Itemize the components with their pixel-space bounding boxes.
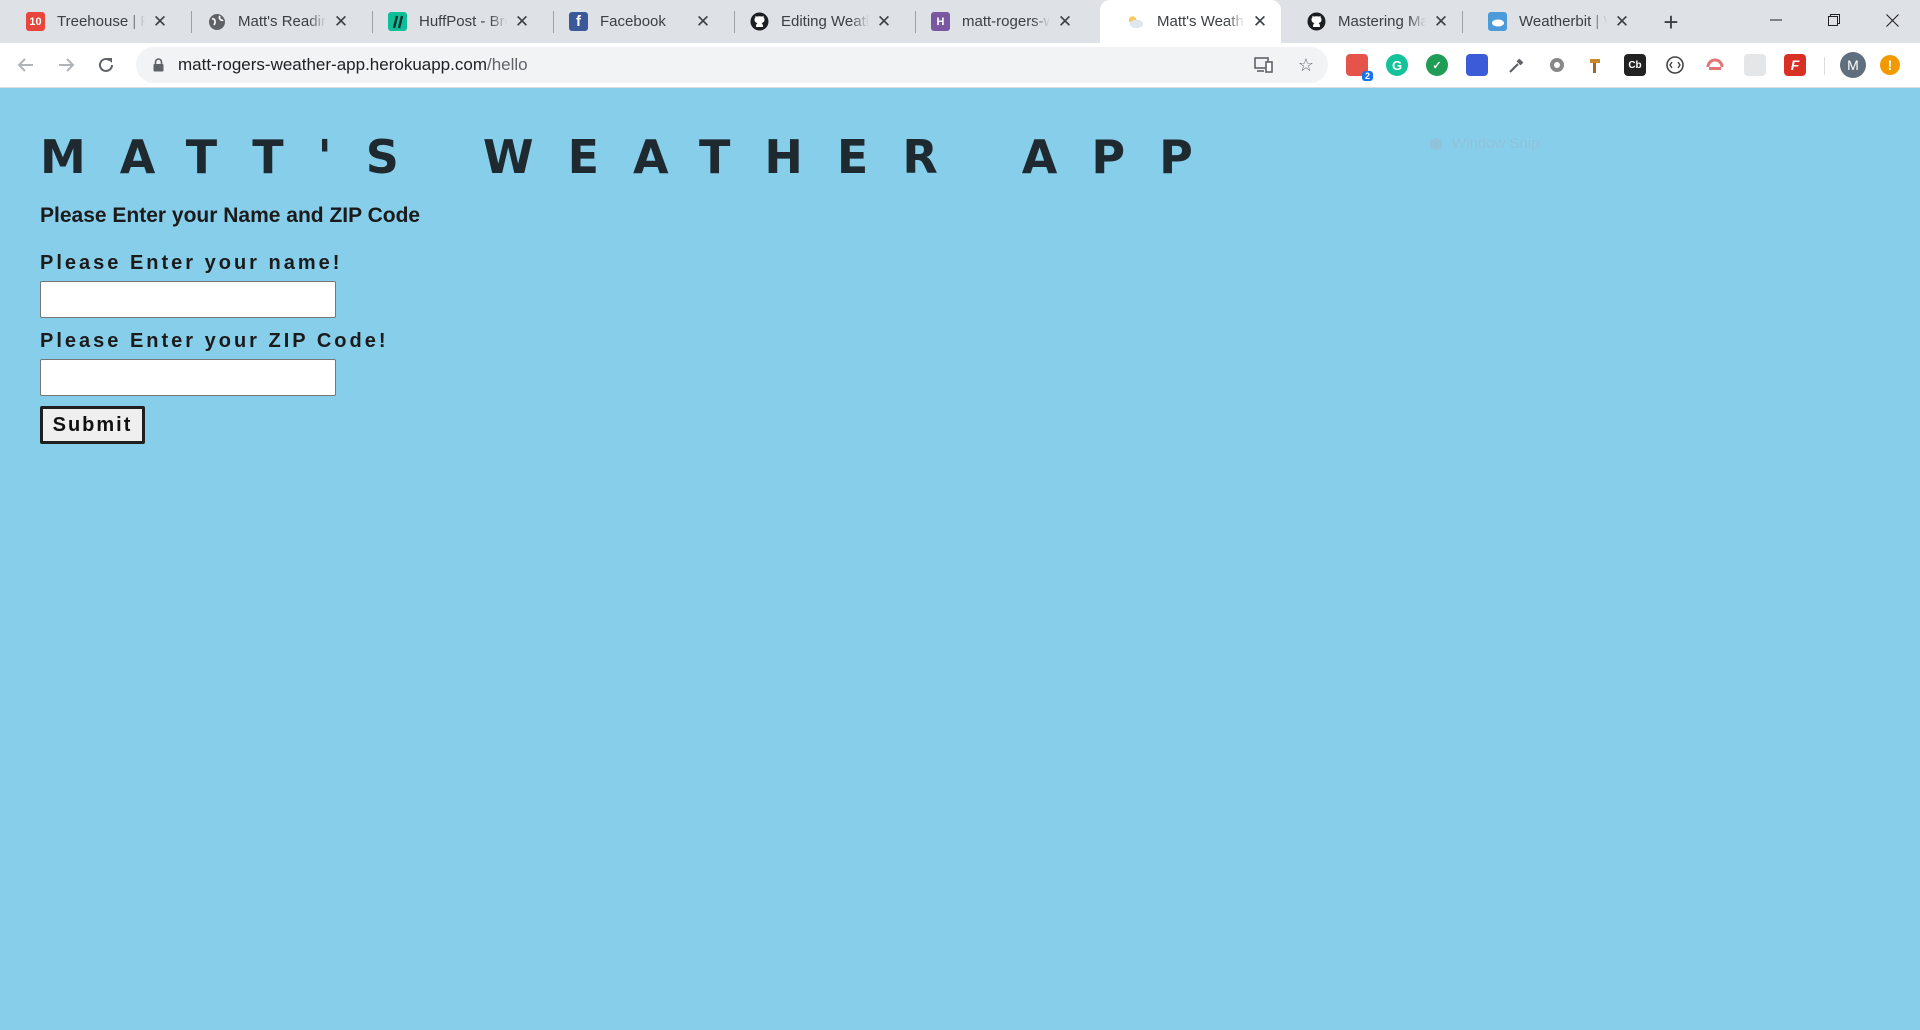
extension-green-icon[interactable]: ✓ <box>1426 54 1448 76</box>
close-icon[interactable]: ✕ <box>1432 12 1450 31</box>
facebook-icon: f <box>569 12 588 31</box>
tab-title: Editing Weathe <box>781 13 869 30</box>
url-text: matt-rogers-weather-app.herokuapp.com/he… <box>178 55 528 75</box>
back-arrow-icon <box>17 58 33 72</box>
address-bar[interactable]: matt-rogers-weather-app.herokuapp.com/he… <box>136 47 1328 83</box>
forward-button[interactable] <box>48 47 84 83</box>
tab-title: matt-rogers-w <box>962 13 1050 30</box>
github-icon <box>750 12 769 31</box>
tab-huffpost[interactable]: HuffPost - Brea ✕ <box>362 0 543 43</box>
close-icon[interactable]: ✕ <box>875 12 893 31</box>
font-extension-icon[interactable]: F <box>1784 54 1806 76</box>
minimize-icon <box>1770 19 1782 21</box>
tab-editing-weather[interactable]: Editing Weathe ✕ <box>724 0 905 43</box>
page-subtitle: Please Enter your Name and ZIP Code <box>40 204 421 227</box>
url-path: /hello <box>486 55 528 74</box>
minimize-button[interactable] <box>1748 0 1804 40</box>
name-input[interactable] <box>40 281 336 318</box>
weather-cloud-icon <box>1126 12 1145 31</box>
tab-title: Treehouse | Full <box>57 13 145 30</box>
tab-facebook[interactable]: f Facebook ✕ <box>543 0 724 43</box>
window-snip-overlay: Window Snip <box>1430 135 1540 152</box>
extension-tabs-icon[interactable]: 2 <box>1346 54 1373 81</box>
tab-matts-reading[interactable]: Matt's Reading ✕ <box>181 0 362 43</box>
update-symbol: ! <box>1887 57 1893 73</box>
tab-title: HuffPost - Brea <box>419 13 507 30</box>
page-content: MATT'S WEATHER APP Please Enter your Nam… <box>0 88 1920 1030</box>
window-snip-text: Window Snip <box>1452 135 1540 152</box>
lock-icon <box>150 57 166 73</box>
reload-button[interactable] <box>88 47 124 83</box>
close-icon[interactable]: ✕ <box>513 12 531 31</box>
submit-button[interactable]: Submit <box>40 406 145 444</box>
treehouse-icon: 10 <box>26 12 45 31</box>
forward-arrow-icon <box>59 58 75 72</box>
eyedropper-icon[interactable] <box>1506 54 1528 76</box>
heroku-icon: H <box>931 12 950 31</box>
treehouse-badge: 10 <box>29 15 42 28</box>
tab-weatherbit[interactable]: Weatherbit | W ✕ <box>1462 0 1643 43</box>
close-icon[interactable]: ✕ <box>1251 12 1269 31</box>
extension-blue-icon[interactable] <box>1466 54 1488 76</box>
close-icon[interactable]: ✕ <box>694 12 712 31</box>
tab-treehouse[interactable]: 10 Treehouse | Full ✕ <box>0 0 181 43</box>
page-title: MATT'S WEATHER APP <box>40 130 1227 184</box>
grey-extension-icon[interactable] <box>1744 54 1766 76</box>
tab-title: Mastering Mar <box>1338 13 1426 30</box>
cb-extension-icon[interactable]: Cb <box>1624 54 1646 76</box>
tab-strip: 10 Treehouse | Full ✕ Matt's Reading ✕ H… <box>0 0 1920 43</box>
close-icon[interactable]: ✕ <box>151 12 169 31</box>
toolbar-separator <box>1824 57 1825 75</box>
tab-matts-weather[interactable]: Matt's Weather ✕ <box>1100 0 1281 43</box>
tab-title: Matt's Reading <box>238 13 326 30</box>
back-button[interactable] <box>8 47 44 83</box>
update-alert-icon[interactable]: ! <box>1880 55 1900 75</box>
profile-avatar[interactable]: M <box>1840 52 1866 78</box>
snip-dot-icon <box>1430 137 1442 150</box>
url-host: matt-rogers-weather-app.herokuapp.com <box>178 55 487 74</box>
reload-icon <box>99 57 113 72</box>
gear-extension-icon[interactable] <box>1546 54 1568 76</box>
grammarly-icon[interactable]: G <box>1386 54 1408 76</box>
browser-toolbar: matt-rogers-weather-app.herokuapp.com/he… <box>0 43 1920 88</box>
tab-title: Matt's Weather <box>1157 13 1245 30</box>
bookmark-star-icon[interactable]: ☆ <box>1296 55 1316 75</box>
close-icon[interactable]: ✕ <box>1056 12 1074 31</box>
close-icon[interactable]: ✕ <box>1613 12 1631 31</box>
extension-badge: 2 <box>1361 71 1373 81</box>
huffpost-icon <box>388 12 407 31</box>
hammer-extension-icon[interactable] <box>1586 54 1608 76</box>
plus-icon: + <box>1663 6 1679 37</box>
github-icon <box>1307 12 1326 31</box>
globe-icon <box>207 12 226 31</box>
tab-heroku[interactable]: H matt-rogers-w ✕ <box>905 0 1086 43</box>
cast-install-icon[interactable] <box>1254 55 1274 75</box>
tab-title: Weatherbit | W <box>1519 13 1607 30</box>
close-window-button[interactable] <box>1864 0 1920 40</box>
close-icon[interactable]: ✕ <box>332 12 350 31</box>
zip-label: Please Enter your ZIP Code! <box>40 330 389 352</box>
restore-icon <box>1828 14 1840 26</box>
tab-mastering-markdown[interactable]: Mastering Mar ✕ <box>1281 0 1462 43</box>
close-window-icon <box>1885 13 1899 27</box>
name-label: Please Enter your name! <box>40 252 343 274</box>
profile-initial: M <box>1847 57 1859 73</box>
tab-title: Facebook <box>600 13 666 30</box>
zip-input[interactable] <box>40 359 336 396</box>
new-tab-button[interactable]: + <box>1655 6 1687 38</box>
code-extension-icon[interactable] <box>1664 54 1686 76</box>
weatherbit-icon <box>1488 12 1507 31</box>
restore-button[interactable] <box>1806 0 1862 40</box>
red-extension-icon[interactable] <box>1704 54 1726 76</box>
